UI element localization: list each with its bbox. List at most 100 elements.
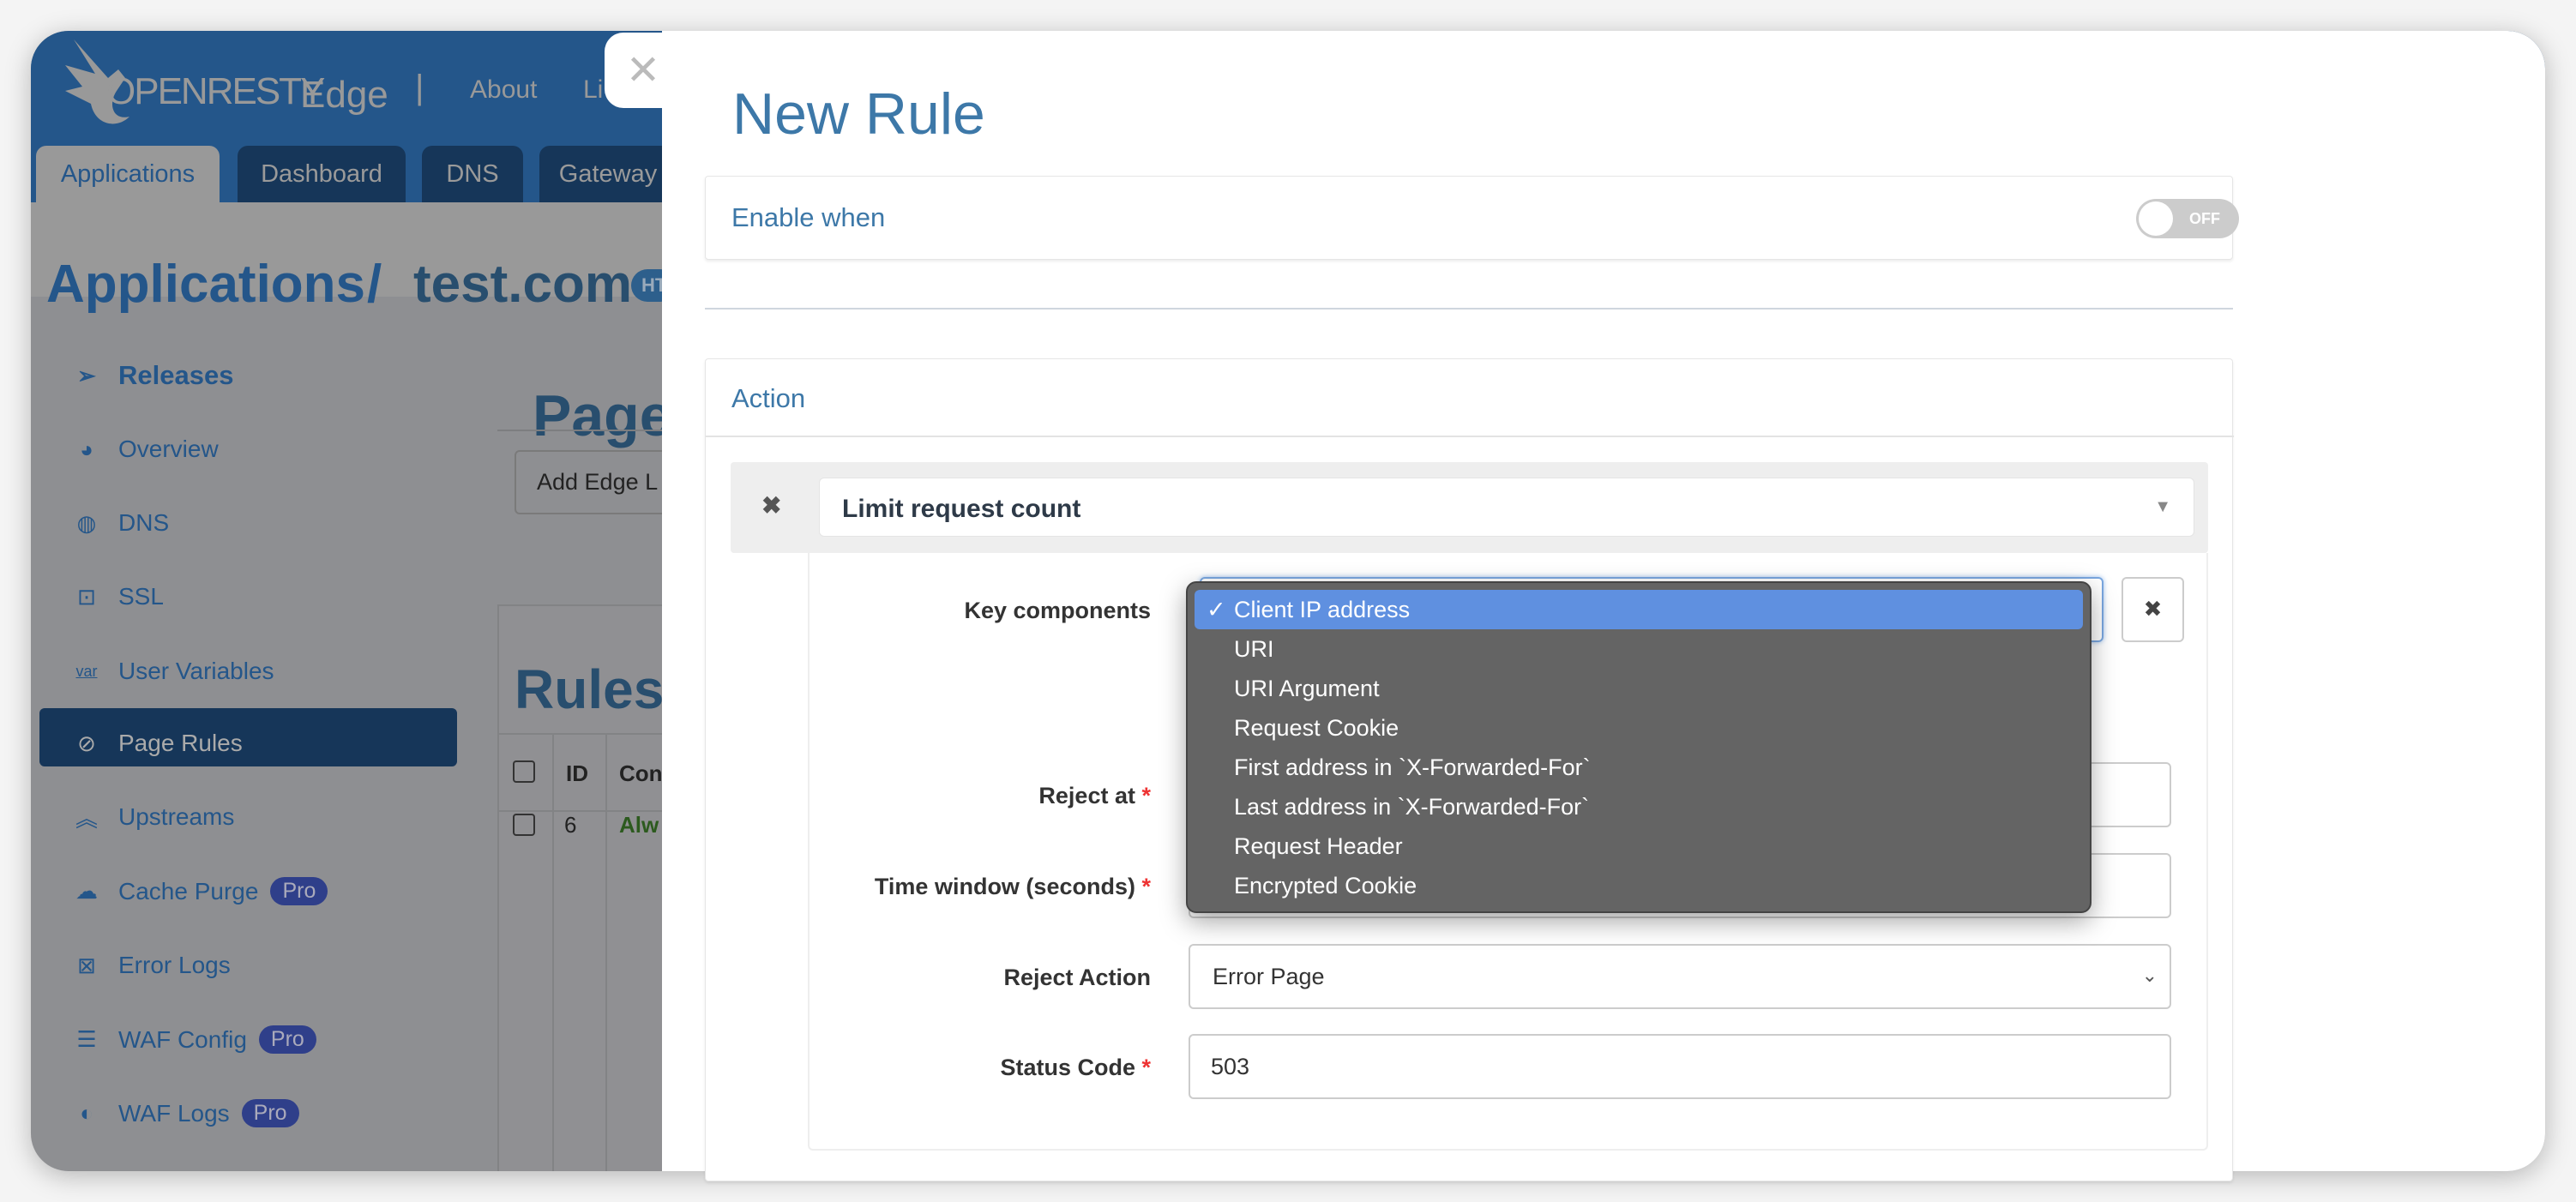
required-marker: * bbox=[1141, 783, 1151, 808]
key-components-dropdown: ✓ Client IP address URI URI Argument Requ… bbox=[1186, 581, 2091, 913]
dropdown-option[interactable]: URI bbox=[1195, 629, 2083, 669]
option-label: Request Cookie bbox=[1234, 714, 1399, 741]
time-window-label: Time window (seconds) * bbox=[808, 874, 1151, 900]
row-condition: Alw bbox=[619, 812, 659, 838]
col-divider bbox=[605, 733, 607, 1171]
status-code-input[interactable]: 503 bbox=[1189, 1034, 2171, 1099]
dropdown-option[interactable]: Request Header bbox=[1195, 826, 2083, 866]
tab-gateway[interactable]: Gateway bbox=[539, 146, 677, 202]
row-id: 6 bbox=[564, 812, 577, 838]
required-marker: * bbox=[1141, 874, 1151, 899]
col-divider bbox=[552, 733, 554, 1171]
tab-dns[interactable]: DNS bbox=[422, 146, 523, 202]
tab-label: Applications bbox=[60, 159, 196, 188]
upstream-chevrons-icon: ︽ bbox=[75, 805, 98, 832]
pro-badge: Pro bbox=[241, 1099, 299, 1127]
caret-down-icon: ▼ bbox=[2154, 497, 2171, 516]
label-text: Status Code bbox=[1000, 1055, 1135, 1080]
option-label: URI bbox=[1234, 635, 1274, 662]
reject-action-value: Error Page bbox=[1213, 963, 1325, 989]
reject-action-label: Reject Action bbox=[808, 965, 1151, 991]
action-row: ✖ Limit request count ▼ bbox=[731, 462, 2208, 553]
option-label: URI Argument bbox=[1234, 675, 1380, 701]
label-text: Time window (seconds) bbox=[874, 874, 1135, 899]
action-header: Action bbox=[731, 383, 806, 413]
rules-title: Rules bbox=[515, 658, 665, 720]
dashboard-icon: ◕ bbox=[80, 436, 93, 462]
sidebar: ➢ Releases ◕ Overview ◍ DNS ⊡ SSL var User Va… bbox=[31, 297, 494, 1171]
nav-about[interactable]: About bbox=[470, 75, 537, 105]
sidebar-item-waf-config[interactable]: ☰ WAF Config Pro bbox=[76, 1025, 316, 1054]
nav-license[interactable]: Li bbox=[583, 75, 603, 105]
add-edge-button-label: Add Edge L bbox=[537, 469, 659, 495]
sidebar-item-cache-purge[interactable]: ☁ Cache Purge Pro bbox=[75, 877, 328, 905]
sidebar-item-label: User Variables bbox=[118, 658, 274, 684]
sidebar-item-page-rules[interactable]: ⊘ Page Rules bbox=[77, 730, 243, 757]
col-condition: Con bbox=[619, 760, 663, 786]
dropdown-option[interactable]: URI Argument bbox=[1195, 669, 2083, 708]
sidebar-item-label: Releases bbox=[118, 360, 234, 390]
dns-globe-icon: ◍ bbox=[76, 509, 97, 536]
reject-at-label: Reject at * bbox=[808, 783, 1151, 809]
sidebar-item-upstreams[interactable]: ︽ Upstreams bbox=[75, 803, 234, 832]
sidebar-item-label: WAF Logs bbox=[118, 1099, 230, 1127]
tab-label: DNS bbox=[446, 159, 499, 188]
col-id: ID bbox=[566, 760, 588, 786]
remove-icon: ✖ bbox=[2143, 596, 2163, 622]
logo-text: OPENRESTY bbox=[106, 70, 325, 112]
chevron-down-icon: ⌄ bbox=[2141, 965, 2158, 986]
enable-when-panel: Enable when OFF bbox=[705, 176, 2239, 260]
sidebar-item-label: WAF Config bbox=[118, 1025, 247, 1053]
sidebar-item-releases[interactable]: ➢ Releases bbox=[77, 360, 234, 391]
status-code-label: Status Code * bbox=[808, 1055, 1151, 1081]
sidebar-item-dns[interactable]: ◍ DNS bbox=[77, 509, 170, 537]
var-icon: var bbox=[75, 662, 98, 680]
toggle-knob bbox=[2139, 201, 2173, 236]
dropdown-option[interactable]: Encrypted Cookie bbox=[1195, 866, 2083, 905]
sidebar-item-user-variables[interactable]: var User Variables bbox=[75, 658, 274, 685]
error-log-icon: ⊠ bbox=[77, 952, 96, 978]
label-text: Reject Action bbox=[1003, 965, 1151, 990]
remove-action-icon[interactable]: ✖ bbox=[761, 491, 781, 520]
enable-when-label: Enable when bbox=[731, 202, 886, 232]
action-type-value: Limit request count bbox=[842, 495, 1081, 523]
sidebar-item-page-rules-bg bbox=[39, 708, 457, 766]
select-all-checkbox[interactable] bbox=[513, 760, 535, 783]
sidebar-item-label: Overview bbox=[118, 436, 219, 462]
reject-action-select[interactable]: Error Page ⌄ bbox=[1189, 944, 2171, 1009]
tab-label: Dashboard bbox=[261, 159, 382, 188]
option-label: Last address in `X-Forwarded-For` bbox=[1234, 793, 1590, 820]
remove-key-button[interactable]: ✖ bbox=[2122, 577, 2184, 642]
row-checkbox[interactable] bbox=[513, 814, 535, 836]
sidebar-item-overview[interactable]: ◕ Overview bbox=[80, 436, 219, 463]
action-type-select[interactable]: Limit request count ▼ bbox=[819, 478, 2194, 537]
dropdown-option[interactable]: Last address in `X-Forwarded-For` bbox=[1195, 787, 2083, 826]
dropdown-option[interactable]: First address in `X-Forwarded-For` bbox=[1195, 748, 2083, 787]
product-name: Edge bbox=[300, 74, 388, 116]
action-header-divider bbox=[706, 436, 2234, 437]
sidebar-item-error-logs[interactable]: ⊠ Error Logs bbox=[77, 952, 231, 979]
tab-dashboard[interactable]: Dashboard bbox=[238, 146, 406, 202]
check-icon: ✓ bbox=[1207, 596, 1226, 622]
option-label: Request Header bbox=[1234, 832, 1403, 859]
page-title: Page bbox=[533, 383, 672, 448]
label-text: Reject at bbox=[1038, 783, 1135, 808]
status-code-value: 503 bbox=[1211, 1053, 1250, 1079]
pro-badge: Pro bbox=[258, 1025, 316, 1054]
list-icon: ☰ bbox=[76, 1026, 97, 1052]
option-label: Client IP address bbox=[1234, 596, 1411, 622]
label-text: Key components bbox=[964, 598, 1151, 623]
key-components-label: Key components bbox=[808, 598, 1151, 624]
pro-badge: Pro bbox=[270, 877, 328, 905]
enable-toggle[interactable]: OFF bbox=[2136, 199, 2239, 238]
nav-divider: | bbox=[415, 69, 424, 106]
modal-title: New Rule bbox=[732, 81, 985, 147]
sidebar-item-ssl[interactable]: ⊡ SSL bbox=[77, 583, 164, 610]
sidebar-item-waf-logs[interactable]: ◐ WAF Logs Pro bbox=[80, 1099, 299, 1127]
dropdown-option[interactable]: Request Cookie bbox=[1195, 708, 2083, 748]
sidebar-item-label: DNS bbox=[118, 509, 170, 536]
required-marker: * bbox=[1141, 1055, 1151, 1080]
tab-applications[interactable]: Applications bbox=[36, 146, 220, 202]
option-label: Encrypted Cookie bbox=[1234, 872, 1417, 898]
dropdown-option[interactable]: ✓ Client IP address bbox=[1195, 590, 2083, 629]
